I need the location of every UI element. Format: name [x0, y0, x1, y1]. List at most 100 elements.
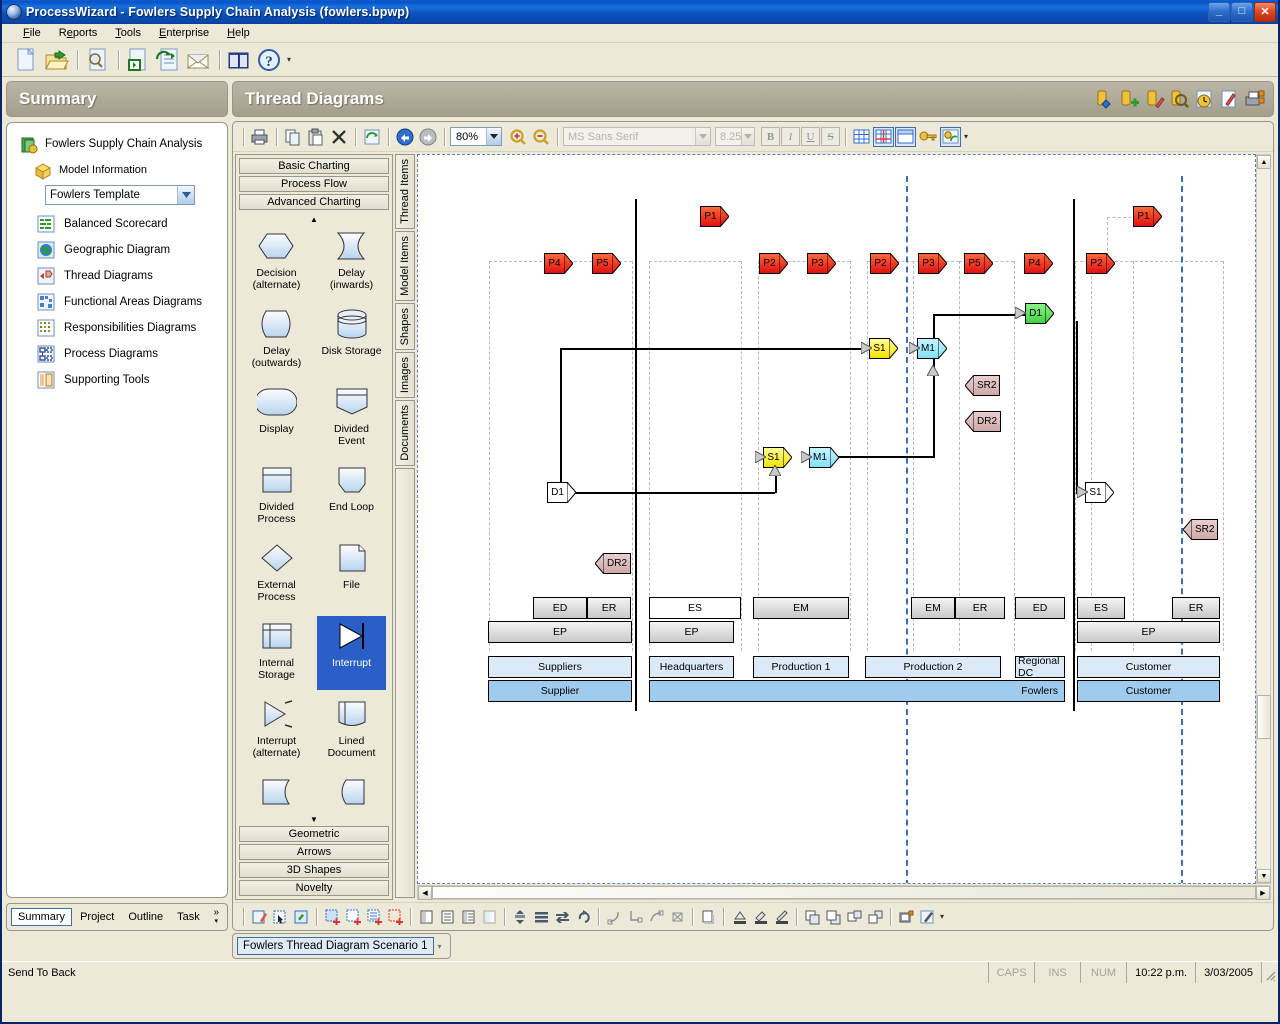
align-stack-icon[interactable] — [531, 907, 551, 927]
thread-node-dr2[interactable]: DR2 — [595, 553, 632, 574]
fill-gradient-icon[interactable] — [479, 907, 499, 927]
edit-diagram-icon[interactable] — [249, 907, 269, 927]
lane-label[interactable]: Supplier — [488, 680, 632, 702]
lane-label[interactable]: Suppliers — [488, 656, 632, 678]
send-back-icon[interactable] — [823, 907, 843, 927]
vtab-shapes[interactable]: Shapes — [395, 302, 415, 351]
underline-button[interactable]: U — [801, 127, 820, 146]
thread-node-d1[interactable]: D1 — [547, 482, 576, 503]
help-question-icon[interactable]: ? — [255, 46, 283, 74]
rotate-icon[interactable] — [573, 907, 593, 927]
font-name-combo[interactable]: MS Sans Serif — [563, 127, 711, 146]
thread-node-m1[interactable]: M1 — [917, 338, 947, 359]
zoom-combo[interactable]: 80% — [450, 127, 502, 146]
pen-color-icon[interactable] — [771, 907, 791, 927]
add-object-icon[interactable] — [322, 907, 342, 927]
sync-icon[interactable] — [940, 126, 961, 147]
grid-icon[interactable] — [851, 127, 872, 147]
lane-role-box[interactable]: EP — [488, 621, 632, 643]
vtab-model-items[interactable]: Model Items — [395, 230, 415, 301]
zoom-in-icon[interactable] — [507, 126, 529, 148]
align-vertical-icon[interactable] — [510, 907, 530, 927]
tab-outline[interactable]: Outline — [122, 909, 169, 925]
add-box-icon[interactable] — [343, 907, 363, 927]
thread-node-p3[interactable]: P3 — [918, 253, 947, 274]
scroll-right-button[interactable]: ▶ — [1256, 886, 1270, 900]
sidebar-item-responsibilities-diagrams[interactable]: Responsibilities Diagrams — [15, 315, 219, 341]
tab-summary[interactable]: Summary — [11, 908, 73, 926]
menu-enterprise[interactable]: Enterprise — [150, 25, 218, 41]
chevron-down-icon[interactable]: ▾ — [434, 942, 446, 951]
scroll-thumb[interactable] — [432, 886, 1256, 899]
palette-shape-delay-outwards[interactable]: Delay (outwards) — [239, 304, 314, 382]
lane-role-box[interactable]: ER — [955, 597, 1005, 619]
scroll-track[interactable] — [1257, 739, 1270, 869]
palette-shape-file[interactable]: File — [314, 538, 389, 616]
print-icon[interactable] — [249, 126, 271, 148]
bring-front-icon[interactable] — [802, 907, 822, 927]
sidebar-item-balanced-scorecard[interactable]: Balanced Scorecard — [15, 211, 219, 237]
palette-category-novelty[interactable]: Novelty — [239, 880, 389, 896]
lane-label[interactable]: Customer — [1077, 680, 1220, 702]
redo-icon[interactable] — [417, 126, 439, 148]
undo-icon[interactable] — [394, 126, 416, 148]
fill-lines-icon[interactable] — [458, 907, 478, 927]
paste-icon[interactable] — [305, 126, 327, 148]
thread-node-s1[interactable]: S1 — [869, 338, 898, 359]
palette-shape-message-from-user[interactable]: MessageFrom User — [239, 772, 314, 812]
toolbar-overflow-button[interactable]: ▾ — [287, 55, 291, 64]
lane-label[interactable]: Regional DC — [1015, 656, 1065, 678]
resize-grip[interactable] — [1262, 962, 1278, 983]
vtab-images[interactable]: Images — [395, 352, 415, 399]
forward-icon[interactable] — [844, 907, 864, 927]
tab-project[interactable]: Project — [74, 909, 120, 925]
lane-role-box[interactable]: EM — [911, 597, 955, 619]
palette-shape-lined-document[interactable]: Lined Document — [314, 694, 389, 772]
scroll-left-button[interactable]: ◀ — [418, 886, 432, 900]
thread-node-p1[interactable]: P1 — [700, 206, 729, 227]
thread-node-p2[interactable]: P2 — [759, 253, 788, 274]
history-icon[interactable] — [1193, 88, 1215, 110]
template-select[interactable]: Fowlers Template — [45, 185, 195, 205]
elbow-icon[interactable] — [625, 907, 645, 927]
refresh-document-icon[interactable] — [154, 46, 182, 74]
book-icon[interactable] — [225, 46, 253, 74]
thread-node-m1[interactable]: M1 — [809, 447, 839, 468]
palette-category-advanced-charting[interactable]: Advanced Charting — [239, 194, 389, 210]
lane-label[interactable]: Production 1 — [753, 656, 849, 678]
lane-label[interactable]: Customer — [1077, 656, 1220, 678]
thread-properties-icon[interactable] — [1093, 88, 1115, 110]
font-size-combo[interactable]: 8.25 — [715, 127, 755, 146]
chevron-down-icon[interactable] — [177, 186, 194, 204]
print-stack-icon[interactable] — [1243, 88, 1265, 110]
thread-node-sr2[interactable]: SR2 — [965, 375, 1001, 396]
chevron-down-icon[interactable] — [486, 128, 501, 145]
shadow-icon[interactable] — [698, 907, 718, 927]
palette-shape-end-loop[interactable]: End Loop — [314, 460, 389, 538]
palette-scroll-down-button[interactable]: ▼ — [239, 812, 389, 826]
sidebar-item-process-diagrams[interactable]: Process Diagrams — [15, 341, 219, 367]
thread-node-s1[interactable]: S1 — [1085, 482, 1114, 503]
palette-shape-interrupt-alternate[interactable]: Interrupt (alternate) — [239, 694, 314, 772]
thread-node-dr2[interactable]: DR2 — [965, 411, 1002, 432]
scroll-thumb[interactable] — [1257, 695, 1271, 739]
menu-help[interactable]: Help — [218, 25, 259, 41]
page-icon[interactable] — [895, 126, 916, 147]
italic-button[interactable]: I — [781, 127, 800, 146]
vtab-documents[interactable]: Documents — [395, 400, 415, 466]
thread-node-p4[interactable]: P4 — [1024, 253, 1053, 274]
thread-node-p2[interactable]: P2 — [1086, 253, 1115, 274]
diagram-toolbar-overflow-button[interactable]: ▾ — [964, 132, 968, 141]
palette-shape-message-to-user[interactable]: Message ToUser — [314, 772, 389, 812]
maximize-button[interactable]: □ — [1231, 2, 1253, 22]
lane-role-box[interactable]: ER — [587, 597, 631, 619]
lane-label[interactable]: Fowlers — [649, 680, 1065, 702]
thread-node-p2[interactable]: P2 — [870, 253, 899, 274]
new-document-icon[interactable] — [12, 46, 40, 74]
vtab-thread-items[interactable]: Thread Items — [395, 154, 415, 229]
minimize-button[interactable]: _ — [1208, 2, 1230, 22]
menu-reports[interactable]: Reports — [50, 25, 107, 41]
lane-label[interactable]: Headquarters — [649, 656, 734, 678]
chevron-down-icon[interactable] — [741, 128, 754, 145]
find-thread-icon[interactable] — [1168, 88, 1190, 110]
